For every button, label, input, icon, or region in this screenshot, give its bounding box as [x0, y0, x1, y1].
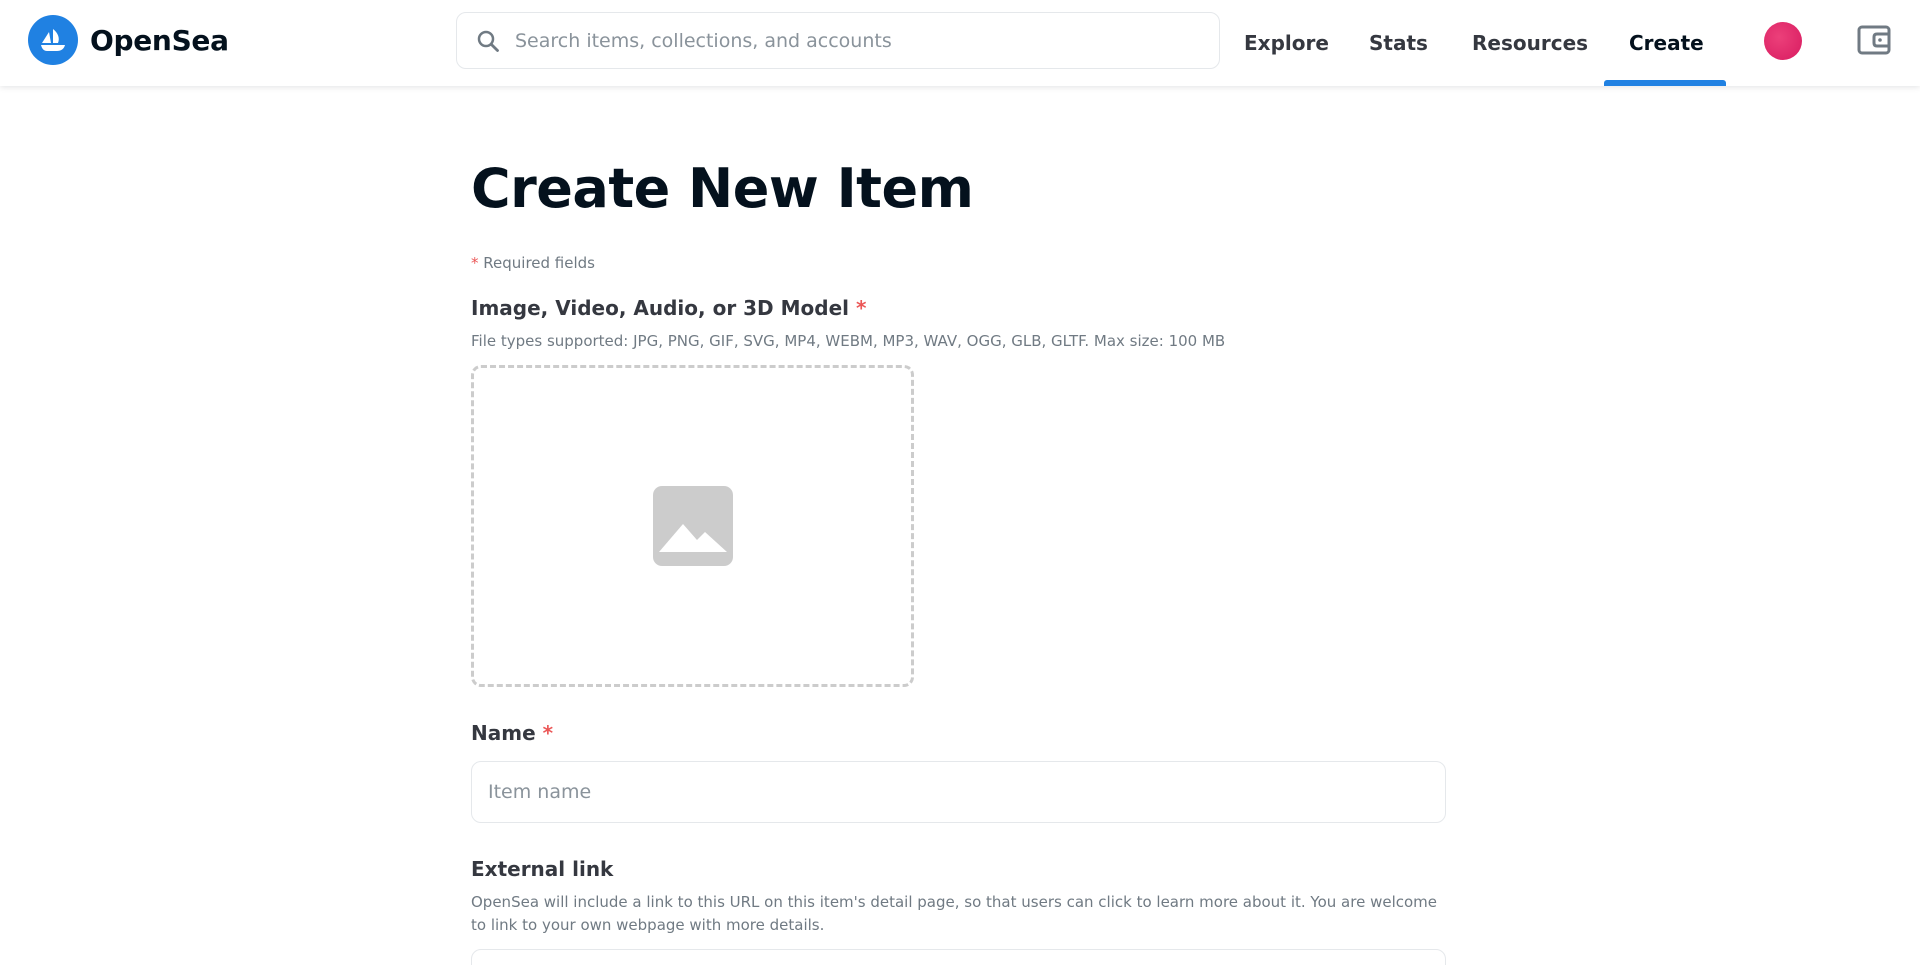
wallet-icon[interactable] [1856, 22, 1892, 58]
nav-create[interactable]: Create [1629, 0, 1704, 86]
name-label-text: Name [471, 721, 536, 745]
required-fields-note: * Required fields [471, 254, 1451, 272]
required-note-text: Required fields [483, 254, 595, 272]
brand-name: OpenSea [90, 23, 229, 57]
search-icon [475, 28, 501, 54]
nav-stats[interactable]: Stats [1369, 0, 1428, 86]
media-upload-dropzone[interactable] [471, 365, 914, 687]
required-marker: * [855, 296, 867, 320]
external-link-label: External link [471, 857, 614, 881]
media-field-label: Image, Video, Audio, or 3D Model * [471, 296, 1451, 322]
media-label-text: Image, Video, Audio, or 3D Model [471, 296, 849, 320]
create-item-form: Create New Item * Required fields Image,… [471, 86, 1451, 965]
active-nav-indicator [1604, 80, 1726, 86]
required-marker: * [471, 254, 479, 272]
nav-explore[interactable]: Explore [1244, 0, 1329, 86]
top-navigation-bar: OpenSea Explore Stats Resources Create [0, 0, 1920, 86]
profile-avatar[interactable] [1764, 22, 1802, 60]
opensea-logo-link[interactable]: OpenSea [28, 15, 229, 65]
search-input[interactable] [515, 29, 1195, 52]
required-marker: * [542, 721, 554, 745]
external-link-input[interactable] [471, 949, 1446, 965]
nav-resources[interactable]: Resources [1472, 0, 1588, 86]
media-field-help: File types supported: JPG, PNG, GIF, SVG… [471, 332, 1226, 350]
item-name-input[interactable] [471, 761, 1446, 823]
search-bar[interactable] [456, 12, 1220, 69]
name-field-label: Name * [471, 721, 1451, 747]
page-title: Create New Item [471, 157, 974, 220]
opensea-logo-icon [28, 15, 78, 65]
external-link-help: OpenSea will include a link to this URL … [471, 893, 1437, 934]
image-placeholder-icon [652, 486, 733, 566]
